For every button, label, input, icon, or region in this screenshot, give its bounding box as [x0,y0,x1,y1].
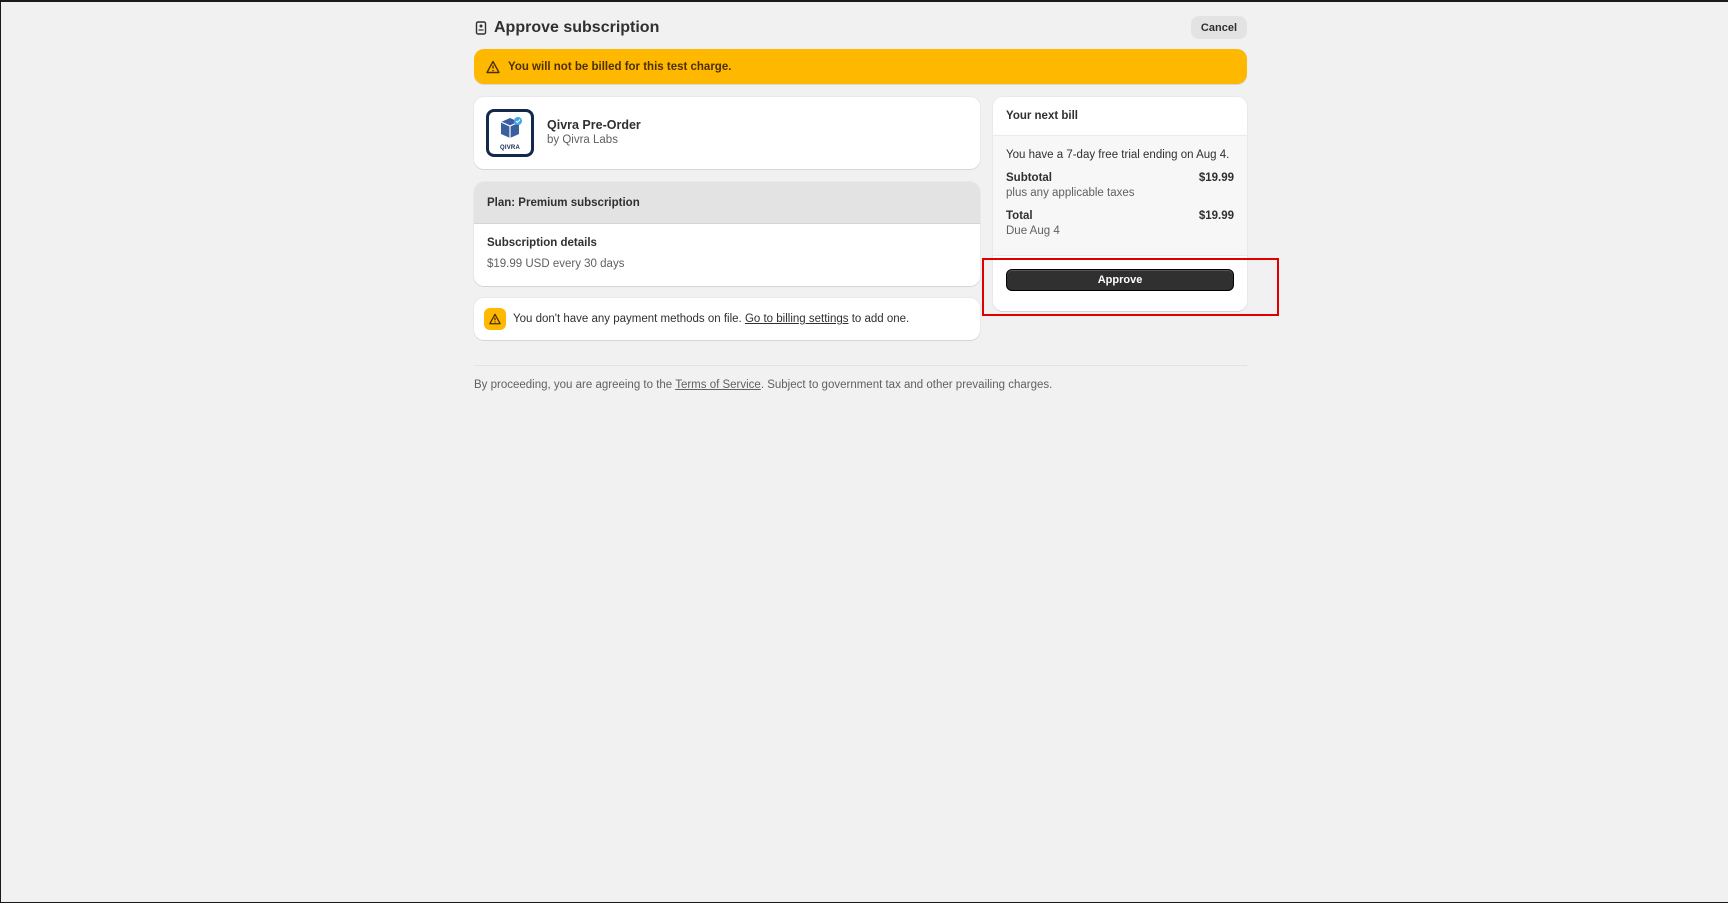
test-charge-banner: You will not be billed for this test cha… [474,49,1247,84]
subtotal-label: Subtotal [1006,172,1052,184]
subscription-details-label: Subscription details [487,237,597,249]
terms-notice: By proceeding, you are agreeing to the T… [474,379,1052,391]
subtotal-note: plus any applicable taxes [1006,187,1135,199]
payment-warning-card: You don't have any payment methods on fi… [474,298,980,340]
subtotal-row: Subtotal $19.99 [1006,172,1234,184]
total-row: Total $19.99 [1006,210,1234,222]
next-bill-heading-text: Your next bill [1006,110,1078,122]
payment-warning-prefix: You don't have any payment methods on fi… [513,313,745,325]
app-developer: by Qivra Labs [547,134,618,146]
app-card: QIVRA Qivra Pre-Order by Qivra Labs [474,97,980,169]
logo-wordmark: QIVRA [499,145,520,151]
total-label: Total [1006,210,1033,222]
alert-icon [484,308,506,330]
bill-summary: You have a 7-day free trial ending on Au… [993,135,1247,255]
divider [474,365,1247,366]
app-frame: Approve subscription Cancel You will not… [0,0,1728,903]
next-bill-heading: Your next bill [993,97,1247,135]
app-logo: QIVRA [486,109,534,157]
terms-prefix: By proceeding, you are agreeing to the [474,379,676,391]
payment-warning-text: You don't have any payment methods on fi… [513,313,909,325]
trial-text: You have a 7-day free trial ending on Au… [1006,149,1230,161]
payment-warning-suffix: to add one. [848,313,910,325]
box-icon [500,117,522,138]
banner-text: You will not be billed for this test cha… [508,60,732,73]
page-title: Approve subscription [494,19,660,36]
plan-card: Plan: Premium subscription Subscription … [474,182,980,286]
receipt-icon [474,21,488,35]
approve-button[interactable]: Approve [1006,269,1234,291]
warning-icon [486,60,500,74]
subtotal-value: $19.99 [1198,172,1234,184]
terms-suffix: . Subject to government tax and other pr… [760,379,1053,391]
app-logo-image: QIVRA [489,112,531,154]
page-header: Approve subscription Cancel [474,16,1247,40]
billing-settings-link[interactable]: Go to billing settings [745,313,849,325]
terms-of-service-link[interactable]: Terms of Service [675,379,761,391]
total-value: $19.99 [1198,210,1234,222]
subscription-details: Subscription details $19.99 USD every 30… [474,224,980,270]
next-bill-card: Your next bill You have a 7-day free tri… [993,97,1247,311]
app-name: Qivra Pre-Order [547,118,641,132]
title-group: Approve subscription [474,19,659,37]
bill-actions: Approve [993,255,1247,311]
subscription-price: $19.99 USD every 30 days [487,258,625,270]
plan-heading: Plan: Premium subscription [474,182,980,224]
total-due-date: Due Aug 4 [1006,225,1060,237]
cancel-button[interactable]: Cancel [1190,16,1247,39]
plan-heading-text: Plan: Premium subscription [487,196,640,209]
